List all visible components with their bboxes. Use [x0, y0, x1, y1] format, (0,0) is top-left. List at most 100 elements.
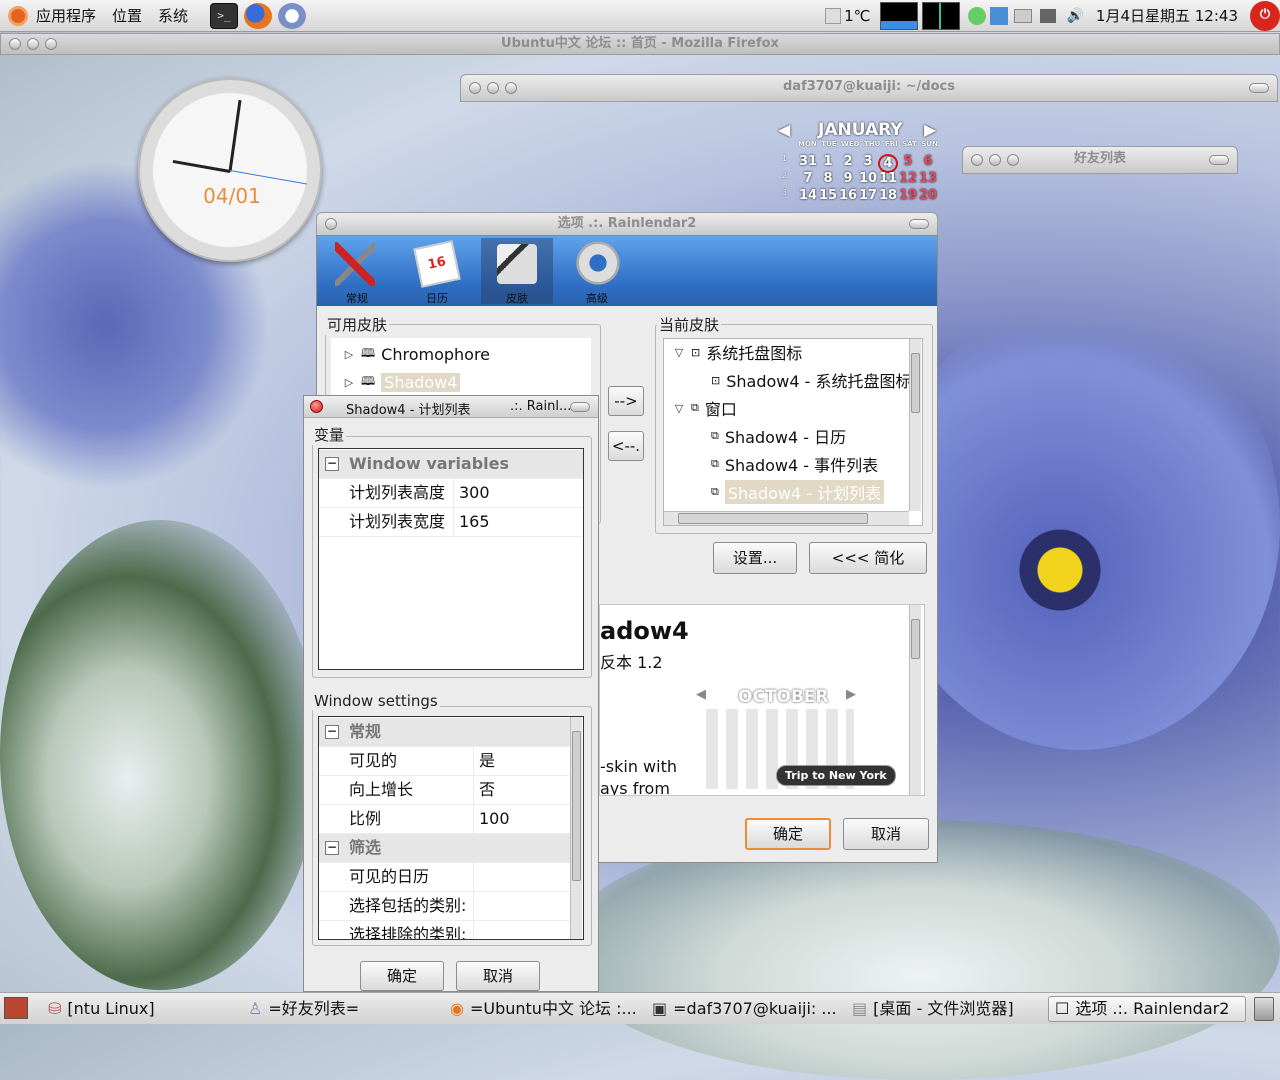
collapse-icon[interactable]: − [325, 725, 339, 739]
add-skin-button[interactable]: --> [608, 386, 644, 416]
calendar-widget[interactable]: ◀ JANUARY ▶ MON TUE WED THU FRI SAT SUN 1 31 1 2 3 4… [778, 118, 938, 210]
current-skin-item[interactable]: ⧉ Shadow4 - 事件列表 [711, 452, 878, 476]
task-file-browser[interactable]: ▤ [桌面 - 文件浏览器] [852, 996, 1040, 1022]
calendar-day[interactable]: 10 [858, 171, 878, 186]
task-rainlendar-options[interactable]: ☐ 选项 .:. Rainlendar2 [1048, 996, 1246, 1022]
setting-row[interactable]: 选择排除的类别: [319, 921, 571, 939]
setting-value[interactable]: 是 [479, 747, 495, 775]
menu-places[interactable]: 位置 [104, 5, 150, 26]
volume-icon[interactable]: 🔊 [1066, 8, 1083, 24]
tray-pointer-icon[interactable] [990, 6, 1009, 25]
tab-general[interactable]: 常规 [321, 238, 393, 305]
calendar-day[interactable]: 9 [838, 171, 858, 186]
tray-status-icon[interactable] [968, 6, 987, 25]
subdialog-ok-button[interactable]: 确定 [360, 961, 444, 991]
filter-header-row[interactable]: − 筛选 [319, 834, 571, 863]
collapse-icon[interactable]: − [325, 841, 339, 855]
minimize-window-icon[interactable] [487, 82, 499, 94]
calendar-day[interactable]: 11 [878, 171, 898, 186]
maximize-window-icon[interactable] [1007, 154, 1019, 166]
setting-row[interactable]: 比例 100 [319, 805, 571, 834]
calendar-day[interactable]: 14 [798, 188, 818, 203]
maximize-window-icon[interactable] [45, 38, 57, 50]
close-window-icon[interactable] [325, 218, 337, 230]
setting-value[interactable]: 否 [479, 776, 495, 804]
task-friends-list[interactable]: ♙ =好友列表= [248, 996, 438, 1022]
collapse-icon[interactable]: − [325, 457, 339, 471]
subdialog-cancel-button[interactable]: 取消 [456, 961, 540, 991]
calendar-day[interactable]: 8 [818, 171, 838, 186]
calendar-day[interactable]: 13 [918, 171, 938, 186]
current-skin-item[interactable]: ⧉ Shadow4 - 计划列表 [711, 480, 885, 504]
terminal-launcher-icon[interactable]: >_ [210, 2, 239, 29]
tray-network-icon[interactable] [1040, 8, 1057, 23]
current-skin-item[interactable]: ⧉ Shadow4 - 日历 [711, 424, 846, 448]
tab-calendar[interactable]: 16 日历 [401, 238, 473, 305]
calendar-day[interactable]: 15 [818, 188, 838, 203]
subdialog-titlebar[interactable]: Shadow4 - 计划列表 .:. Rainl... [304, 396, 598, 418]
options-dialog-titlebar[interactable]: 选项 .:. Rainlendar2 [316, 212, 938, 236]
trash-icon[interactable] [1254, 997, 1274, 1021]
tab-skins[interactable]: 皮肤 [481, 238, 553, 305]
variables-table[interactable]: − Window variables 计划列表高度 300 计划列表宽度 165 [318, 448, 584, 670]
current-skin-hscrollbar[interactable] [664, 511, 909, 525]
options-ok-button[interactable]: 确定 [745, 818, 831, 850]
setting-value[interactable]: 100 [479, 805, 510, 833]
variable-value[interactable]: 165 [459, 508, 490, 536]
skin-item-shadow4[interactable]: ▷ 🕮 Shadow4 [343, 372, 461, 393]
expand-triangle-icon[interactable]: ▷ [343, 376, 355, 389]
setting-row[interactable]: 可见的 是 [319, 747, 571, 776]
options-cancel-button[interactable]: 取消 [843, 818, 929, 850]
calendar-day[interactable]: 12 [898, 171, 918, 186]
calendar-day[interactable]: 18 [878, 188, 898, 203]
cpu-monitor-graph[interactable] [880, 1, 919, 30]
variable-row[interactable]: 计划列表宽度 165 [319, 508, 583, 537]
calendar-next-icon[interactable]: ▶ [924, 120, 936, 139]
general-header-row[interactable]: − 常规 [319, 718, 571, 747]
expand-triangle-icon[interactable]: ▷ [343, 348, 355, 361]
close-window-icon[interactable] [971, 154, 983, 166]
tray-printer-icon[interactable] [1014, 8, 1033, 23]
network-monitor-graph[interactable] [922, 1, 961, 30]
task-ntu-linux[interactable]: ⛁ [ntu Linux] [48, 996, 228, 1022]
firefox-window-titlebar[interactable]: Ubuntu中文 论坛 :: 首页 - Mozilla Firefox [0, 33, 1280, 55]
setting-row[interactable]: 可见的日历 [319, 863, 571, 892]
shade-window-icon[interactable] [1249, 83, 1269, 93]
power-icon[interactable]: ⏻ [1250, 0, 1280, 31]
shade-window-icon[interactable] [909, 219, 929, 229]
terminal-window-titlebar[interactable]: daf3707@kuaiji: ~/docs [460, 74, 1278, 102]
shade-window-icon[interactable] [1209, 155, 1229, 165]
menu-system[interactable]: 系统 [150, 5, 196, 26]
collapse-triangle-icon[interactable]: ▽ [673, 346, 685, 359]
weather-temp[interactable]: 1℃ [844, 7, 870, 25]
variable-row[interactable]: 计划列表高度 300 [319, 479, 583, 508]
shade-window-icon[interactable] [570, 402, 590, 412]
setting-row[interactable]: 向上增长 否 [319, 776, 571, 805]
clock-datetime[interactable]: 1月4日星期五 12:43 [1096, 5, 1238, 26]
task-terminal[interactable]: ▣ =daf3707@kuaiji: ... [652, 996, 842, 1022]
friends-window-titlebar[interactable]: 好友列表 [962, 146, 1238, 174]
maximize-window-icon[interactable] [505, 82, 517, 94]
variables-header-row[interactable]: − Window variables [319, 450, 583, 479]
calendar-prev-icon[interactable]: ◀ [778, 120, 790, 139]
setting-row[interactable]: 选择包括的类别: [319, 892, 571, 921]
menu-applications[interactable]: 应用程序 [28, 5, 104, 26]
variable-value[interactable]: 300 [459, 479, 490, 507]
close-window-icon[interactable] [469, 82, 481, 94]
collapse-triangle-icon[interactable]: ▽ [673, 402, 685, 415]
window-settings-table[interactable]: − 常规 可见的是向上增长否比例 100− 筛选 可见的日历 选择包括的类别: 选择排除的类别… [318, 716, 584, 940]
simplify-button[interactable]: <<< 简化 [809, 542, 927, 574]
current-skin-item[interactable]: ▽ ⊡ 系统托盘图标 [673, 340, 802, 364]
calendar-day[interactable]: 17 [858, 188, 878, 203]
task-firefox[interactable]: ◉ =Ubuntu中文 论坛 :... [450, 996, 642, 1022]
calendar-day[interactable]: 7 [798, 171, 818, 186]
minimize-window-icon[interactable] [989, 154, 1001, 166]
close-window-icon[interactable] [310, 400, 323, 413]
firefox-launcher-icon[interactable] [244, 2, 273, 29]
skin-item-chromophore[interactable]: ▷ 🕮 Chromophore [343, 344, 490, 365]
settings-button[interactable]: 设置... [713, 542, 797, 574]
window-settings-scrollbar[interactable] [570, 717, 582, 939]
current-skin-item[interactable]: ▽ ⧉ 窗口 [673, 396, 737, 420]
ubuntu-logo-icon[interactable] [8, 5, 28, 26]
calendar-day[interactable]: 20 [918, 188, 938, 203]
